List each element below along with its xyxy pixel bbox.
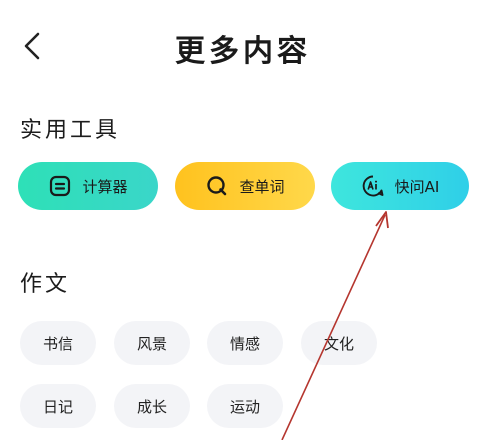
essay-chip-scenery[interactable]: 风景 bbox=[114, 321, 190, 365]
word-lookup-button[interactable]: 查单词 bbox=[175, 162, 315, 210]
more-content-screen: 更多内容 实用工具 计算器 查单词 快问AI 作文 书信 风景 情感 文化 日记… bbox=[0, 0, 486, 440]
search-icon bbox=[205, 174, 229, 198]
essay-chip-culture[interactable]: 文化 bbox=[301, 321, 377, 365]
calculator-button[interactable]: 计算器 bbox=[18, 162, 158, 210]
essay-section-title: 作文 bbox=[20, 272, 71, 297]
quick-ask-ai-label: 快问AI bbox=[394, 177, 440, 196]
ai-icon bbox=[361, 174, 385, 198]
essay-chip-diary[interactable]: 日记 bbox=[20, 384, 96, 428]
quick-ask-ai-button[interactable]: 快问AI bbox=[331, 162, 469, 210]
tools-section-title: 实用工具 bbox=[20, 118, 121, 143]
calculator-icon bbox=[48, 174, 72, 198]
essay-chip-growth[interactable]: 成长 bbox=[114, 384, 190, 428]
calculator-label: 计算器 bbox=[82, 177, 128, 196]
essay-chip-letter[interactable]: 书信 bbox=[20, 321, 96, 365]
essay-chip-sports[interactable]: 运动 bbox=[207, 384, 283, 428]
essay-chip-emotion[interactable]: 情感 bbox=[207, 321, 283, 365]
page-title: 更多内容 bbox=[175, 34, 311, 69]
word-lookup-label: 查单词 bbox=[239, 177, 285, 196]
header: 更多内容 bbox=[0, 0, 486, 92]
